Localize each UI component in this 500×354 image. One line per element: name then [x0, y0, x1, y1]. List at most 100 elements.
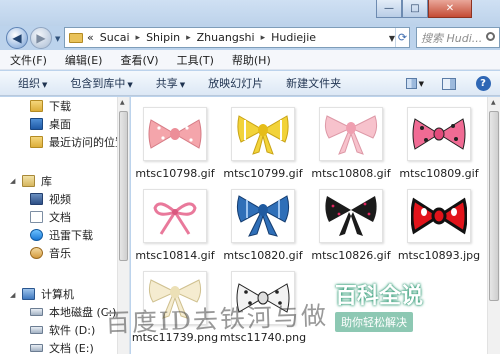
scroll-up-icon[interactable]: ▲ — [120, 99, 125, 106]
content-scrollbar[interactable]: ▲ — [487, 97, 500, 354]
file-name: mtsc10826.gif — [311, 249, 391, 262]
nav-label: 音乐 — [49, 247, 71, 260]
file-item[interactable]: mtsc10814.gif — [131, 183, 219, 273]
breadcrumb-separator-icon[interactable]: ▸ — [261, 33, 266, 43]
scroll-up-icon[interactable]: ▲ — [491, 99, 496, 106]
chevron-down-icon: ▼ — [42, 81, 48, 89]
hard-drive-icon — [30, 308, 43, 316]
maximize-button[interactable]: □ — [402, 0, 428, 18]
slideshow-button[interactable]: 放映幻灯片 — [208, 75, 263, 91]
nav-item-disk-c[interactable]: 本地磁盘 (C:) — [30, 303, 116, 321]
nav-item-music[interactable]: 音乐 — [30, 244, 71, 262]
breadcrumb-separator-icon[interactable]: ▸ — [136, 33, 141, 43]
forward-arrow-icon: ▶ — [36, 31, 46, 45]
new-folder-button[interactable]: 新建文件夹 — [286, 75, 341, 91]
file-item[interactable]: mtsc10798.gif — [131, 101, 219, 191]
breadcrumb-zhuangshi[interactable]: Zhuangshi — [197, 31, 255, 44]
search-icon[interactable] — [486, 32, 495, 41]
file-name: mtsc10814.gif — [135, 249, 215, 262]
nav-label: 迅雷下载 — [49, 229, 93, 242]
file-item[interactable]: mtsc10893.jpg — [395, 183, 483, 273]
nav-item-library[interactable]: 库 — [22, 172, 52, 190]
search-input[interactable]: 搜索 Hudi... — [416, 27, 500, 48]
back-arrow-icon: ◀ — [12, 31, 22, 45]
pink-polka-bow-icon — [148, 119, 202, 149]
back-button[interactable]: ◀ — [6, 27, 28, 49]
nav-item-disk-e[interactable]: 文档 (E:) — [30, 339, 94, 354]
hard-drive-icon — [30, 344, 43, 352]
menu-tools[interactable]: 工具(T) — [177, 52, 214, 68]
brand-watermark: 百科全说 助你轻松解决 — [335, 278, 475, 332]
include-label: 包含到库中 — [70, 77, 126, 90]
address-row: ◀ ▶ ▼ « Sucai ▸ Shipin ▸ Zhuangshi ▸ Hud… — [0, 24, 500, 49]
forward-button[interactable]: ▶ — [30, 27, 52, 49]
breadcrumb-hudiejie[interactable]: Hudiejie — [271, 31, 316, 44]
file-name: mtsc10808.gif — [311, 167, 391, 180]
nav-label: 最近访问的位置 — [49, 136, 126, 149]
nav-scroll-thumb[interactable] — [119, 111, 128, 261]
hard-drive-icon — [30, 326, 43, 334]
file-thumbnail — [407, 107, 471, 161]
toolbar-right-group: ▼ ? — [398, 71, 500, 96]
chevron-down-icon: ▼ — [418, 79, 424, 88]
file-item[interactable]: mtsc10799.gif — [219, 101, 307, 191]
refresh-icon[interactable]: ⟳ — [395, 28, 409, 47]
file-name: mtsc10893.jpg — [397, 249, 481, 262]
nav-item-desktop[interactable]: 桌面 — [30, 115, 71, 133]
share-button[interactable]: 共享 ▼ — [156, 75, 185, 91]
preview-pane-icon — [442, 77, 456, 90]
nav-item-documents[interactable]: 文档 — [30, 208, 71, 226]
breadcrumb-sucai[interactable]: Sucai — [100, 31, 130, 44]
menu-bar: 文件(F) 编辑(E) 查看(V) 工具(T) 帮助(H) — [0, 50, 500, 70]
organize-button[interactable]: 组织 ▼ — [18, 75, 47, 91]
file-item[interactable]: mtsc10809.gif — [395, 101, 483, 191]
preview-pane-button[interactable] — [440, 77, 458, 91]
menu-file[interactable]: 文件(F) — [10, 52, 47, 68]
content-scroll-thumb[interactable] — [489, 111, 499, 301]
change-view-button[interactable]: ▼ — [406, 77, 424, 91]
nav-item-thunder[interactable]: 迅雷下载 — [30, 226, 93, 244]
help-icon: ? — [475, 76, 491, 91]
history-dropdown-icon[interactable]: ▼ — [55, 35, 60, 43]
video-library-icon — [30, 193, 43, 205]
search-placeholder: 搜索 Hudi... — [421, 31, 483, 45]
file-thumbnail — [143, 189, 207, 243]
nav-item-recent[interactable]: 最近访问的位置 — [30, 133, 126, 151]
nav-label: 文档 (E:) — [49, 342, 94, 354]
breadcrumb-separator-icon[interactable]: ▸ — [186, 33, 191, 43]
nav-item-downloads[interactable]: 下载 — [30, 97, 71, 115]
nav-label: 文档 — [49, 211, 71, 224]
file-item[interactable]: mtsc10808.gif — [307, 101, 395, 191]
address-prefix[interactable]: « — [87, 31, 94, 44]
nav-label: 计算机 — [41, 288, 74, 301]
menu-edit[interactable]: 编辑(E) — [65, 52, 103, 68]
music-library-icon — [30, 247, 43, 259]
thunder-download-icon — [30, 229, 43, 241]
nav-item-videos[interactable]: 视频 — [30, 190, 71, 208]
menu-view[interactable]: 查看(V) — [120, 52, 158, 68]
address-bar[interactable]: « Sucai ▸ Shipin ▸ Zhuangshi ▸ Hudiejie … — [64, 27, 410, 48]
black-dotted-bow-icon — [325, 196, 377, 236]
include-in-library-button[interactable]: 包含到库中 ▼ — [70, 75, 132, 91]
file-item[interactable]: mtsc10820.gif — [219, 183, 307, 273]
nav-item-disk-d[interactable]: 软件 (D:) — [30, 321, 95, 339]
nav-item-computer[interactable]: 计算机 — [22, 285, 74, 303]
folder-icon — [69, 32, 83, 43]
file-name: mtsc10799.gif — [223, 167, 303, 180]
expand-arrow-icon[interactable]: ◢ — [10, 177, 15, 185]
file-item[interactable]: mtsc10826.gif — [307, 183, 395, 273]
minimize-button[interactable]: — — [376, 0, 402, 18]
file-thumbnail — [143, 107, 207, 161]
expand-arrow-icon[interactable]: ◢ — [10, 291, 15, 299]
file-name: mtsc10809.gif — [399, 167, 479, 180]
documents-icon — [30, 211, 43, 223]
help-button[interactable]: ? — [474, 76, 492, 91]
breadcrumb-shipin[interactable]: Shipin — [146, 31, 180, 44]
computer-icon — [22, 288, 35, 300]
nav-label: 桌面 — [49, 118, 71, 131]
close-button[interactable]: ✕ — [428, 0, 472, 18]
yellow-gingham-bow-icon — [237, 115, 289, 155]
file-name: mtsc10820.gif — [223, 249, 303, 262]
command-bar: 组织 ▼ 包含到库中 ▼ 共享 ▼ 放映幻灯片 新建文件夹 ▼ ? — [0, 71, 500, 96]
menu-help[interactable]: 帮助(H) — [232, 52, 271, 68]
